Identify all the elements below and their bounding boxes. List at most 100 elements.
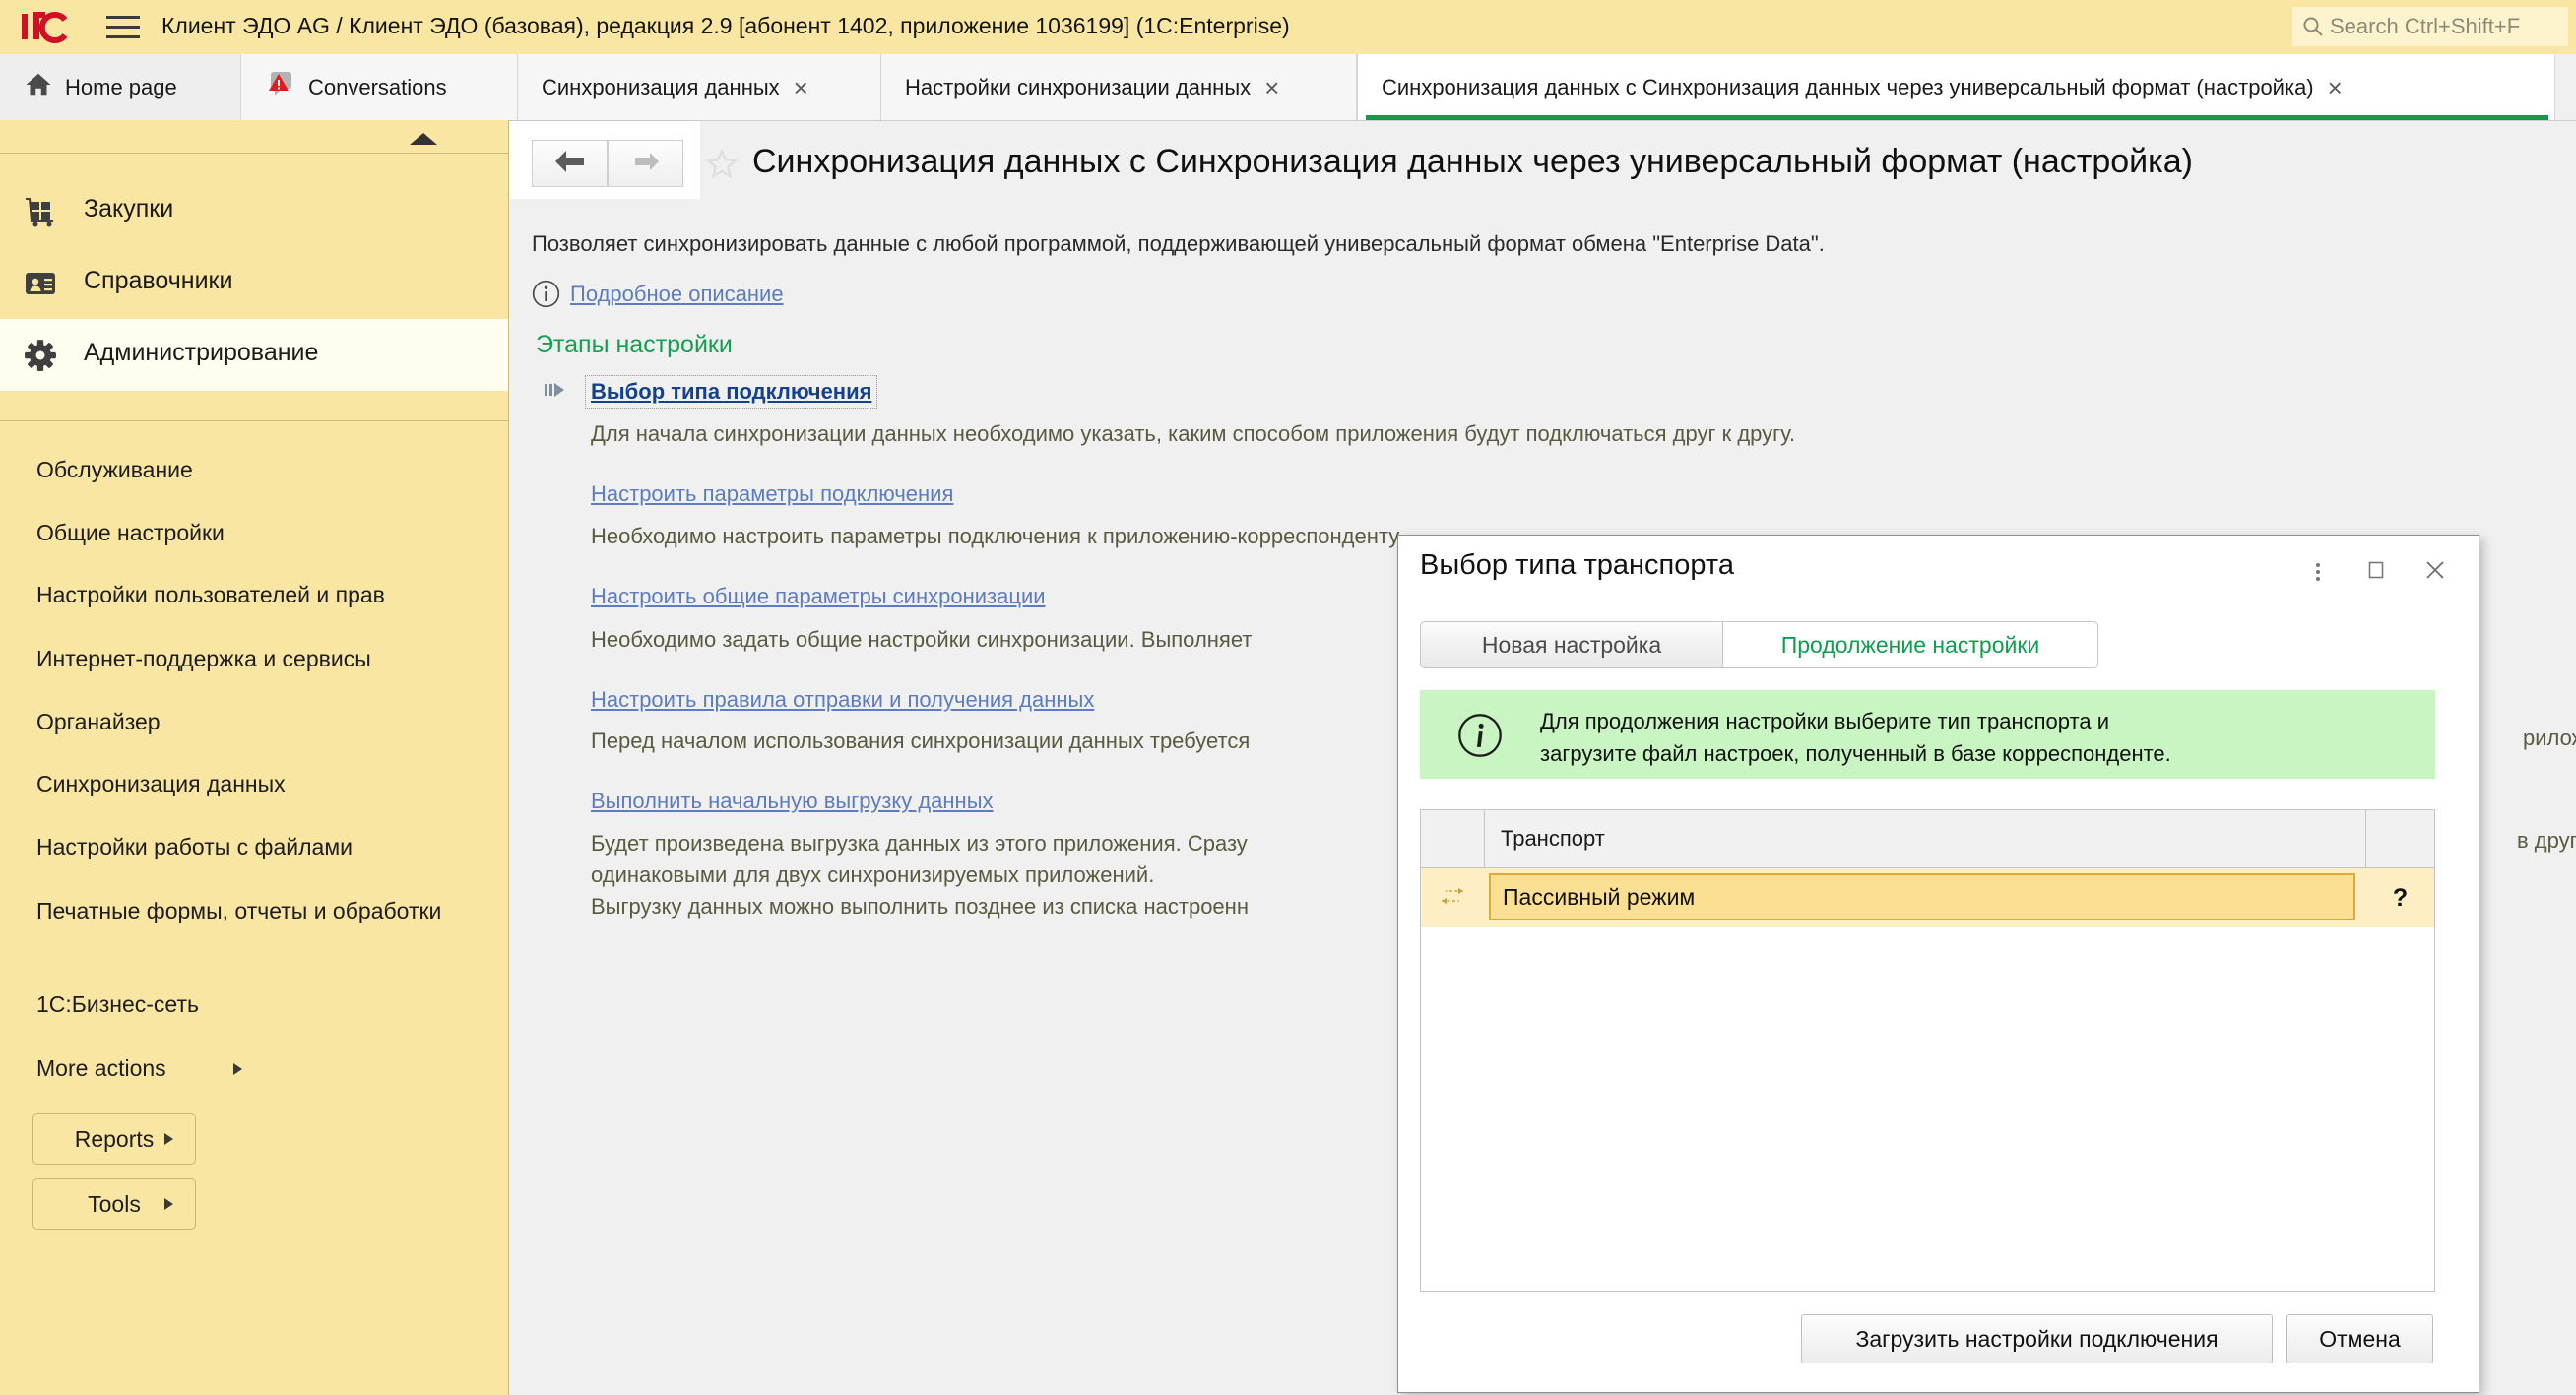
sidebar-subitem-internet-support[interactable]: Интернет-поддержка и сервисы [36,643,475,674]
sidebar-subitem-data-synchronization[interactable]: Синхронизация данных [36,768,475,799]
sidebar-item-purchases[interactable]: Закупки [0,175,508,247]
dialog-title: Выбор типа транспорта [1420,549,1734,582]
dialog-info-text: Для продолжения настройки выберите тип т… [1540,705,2171,770]
close-icon[interactable]: × [794,78,808,97]
transport-value-input[interactable]: Пассивный режим [1489,873,2355,920]
tools-button[interactable]: Tools [32,1178,196,1230]
tab-data-sync-settings[interactable]: Настройки синхронизации данных × [881,54,1357,120]
title-bar: Клиент ЭДО AG / Клиент ЭДО (базовая), ре… [0,0,2576,56]
button-label: Отмена [2319,1326,2401,1353]
conversations-warning-icon [265,69,296,106]
step-link-connection-type[interactable]: Выбор типа подключения [586,376,876,408]
dialog-close-button[interactable] [2414,550,2457,594]
sidebar-section-label: Администрирование [84,339,318,367]
back-button[interactable] [532,140,608,187]
sidebar-collapse-button[interactable] [0,120,508,154]
step-desc-connection-params: Необходимо настроить параметры подключен… [591,521,1403,552]
chevron-right-icon [233,1063,242,1075]
step-link-initial-export[interactable]: Выполнить начальную выгрузку данных [591,789,994,814]
table-header-row: Транспорт [1421,810,2434,868]
tab-label: Home page [65,75,177,100]
transport-table: Транспорт [1420,809,2435,1292]
step-desc-send-receive-rules: Перед началом использования синхронизаци… [591,726,1250,757]
sidebar-more-actions[interactable]: More actions [36,1052,475,1084]
tab-label: Conversations [308,75,447,100]
sidebar: Продажи Закупки [0,120,509,1395]
row-marker-cell [1421,868,1484,927]
sidebar-section-label: Справочники [84,267,232,295]
content-top-divider [509,120,2576,121]
tab-strip: Home page Conversations Синхронизация да… [0,54,2576,120]
square-icon [2366,560,2386,585]
sidebar-subitem-service[interactable]: Обслуживание [36,454,475,485]
more-actions-label: More actions [36,1055,166,1081]
step-link-connection-params[interactable]: Настроить параметры подключения [591,481,953,507]
table-row[interactable]: Пассивный режим ? [1421,868,2434,927]
table-header-transport-column[interactable]: Транспорт [1485,810,2366,867]
step-desc-initial-export-line2: одинаковыми для двух синхронизируемых пр… [591,859,1154,891]
tab-conversations[interactable]: Conversations [241,54,518,120]
sidebar-subitem-general-settings[interactable]: Общие настройки [36,517,475,548]
sidebar-subitem-users-and-rights[interactable]: Настройки пользователей и прав [36,579,475,610]
close-icon[interactable]: × [1264,78,1279,97]
back-arrow-icon [553,149,587,179]
chevron-right-icon [164,1133,173,1145]
dialog-more-menu-button[interactable] [2296,550,2340,594]
step-desc-connection-type: Для начала синхронизации данных необходи… [591,418,1795,450]
dialog-info-line1: Для продолжения настройки выберите тип т… [1540,705,2171,737]
sidebar-item-sales[interactable]: Продажи [0,154,508,175]
tab-data-sync-universal-format[interactable]: Синхронизация данных с Синхронизация дан… [1357,54,2555,120]
main-menu-icon[interactable] [106,16,140,39]
page-description: Позволяет синхронизировать данные с любо… [532,231,1825,257]
dialog-tab-label: Продолжение настройки [1781,632,2040,659]
close-icon[interactable]: × [2328,78,2343,97]
button-label: Загрузить настройки подключения [1855,1326,2218,1353]
forward-button[interactable] [608,140,683,187]
home-icon [24,70,53,105]
transport-type-dialog: Выбор типа транспорта Новая настройка Пр… [1397,535,2479,1393]
close-icon [2423,558,2447,587]
tab-label: Настройки синхронизации данных [905,75,1251,100]
dialog-info-line2: загрузите файл настроек, полученный в ба… [1540,737,2171,770]
dialog-tab-new-setup[interactable]: Новая настройка [1420,621,1723,668]
tab-home-page[interactable]: Home page [0,54,241,120]
search-input[interactable]: Search Ctrl+Shift+F [2292,7,2568,46]
sidebar-subitem-business-network[interactable]: 1С:Бизнес-сеть [36,988,475,1020]
sidebar-section-label: Закупки [84,195,173,223]
sidebar-item-administration[interactable]: Администрирование [0,319,508,391]
row-transport-cell[interactable]: Пассивный режим [1485,868,2365,927]
sidebar-divider [0,420,508,421]
details-link[interactable]: Подробное описание [570,282,784,307]
clipped-text-fragment: в другом [2517,828,2576,854]
catalogs-card-icon [24,267,57,300]
sales-icon [24,154,57,157]
sidebar-subitem-file-settings[interactable]: Настройки работы с файлами [36,831,475,862]
sidebar-subitem-print-forms-reports[interactable]: Печатные формы, отчеты и обработки [36,895,475,926]
dialog-maximize-button[interactable] [2354,550,2398,594]
clipped-text-fragment: риложен [2523,726,2576,751]
cancel-button[interactable]: Отмена [2286,1314,2433,1363]
sidebar-subitem-organizer[interactable]: Органайзер [36,706,475,737]
reports-button[interactable]: Reports [32,1113,196,1165]
load-connection-settings-button[interactable]: Загрузить настройки подключения [1801,1314,2273,1363]
table-header-help-column [2366,810,2434,867]
page-title: Синхронизация данных с Синхронизация дан… [752,143,2193,181]
row-help-cell[interactable]: ? [2366,868,2434,927]
step-link-send-receive-rules[interactable]: Настроить правила отправки и получения д… [591,687,1094,713]
table-header-marker-column [1421,810,1485,867]
details-link-row: Подробное описание [532,280,784,308]
table-header-label: Транспорт [1501,826,1605,852]
logo-1c[interactable] [20,8,69,47]
reports-label: Reports [75,1126,155,1153]
tab-data-synchronization[interactable]: Синхронизация данных × [518,54,881,120]
purchases-cart-icon [24,195,57,228]
add-to-favorites-button[interactable] [705,148,739,181]
search-placeholder: Search Ctrl+Shift+F [2330,14,2520,39]
sidebar-item-catalogs[interactable]: Справочники [0,247,508,319]
dialog-tab-continue-setup[interactable]: Продолжение настройки [1723,621,2098,668]
step-link-common-params[interactable]: Настроить общие параметры синхронизации [591,584,1046,609]
chevron-right-icon [164,1198,173,1210]
current-step-arrow-icon [545,380,566,400]
tab-label: Синхронизация данных с Синхронизация дан… [1382,75,2314,100]
search-icon [2302,16,2324,37]
